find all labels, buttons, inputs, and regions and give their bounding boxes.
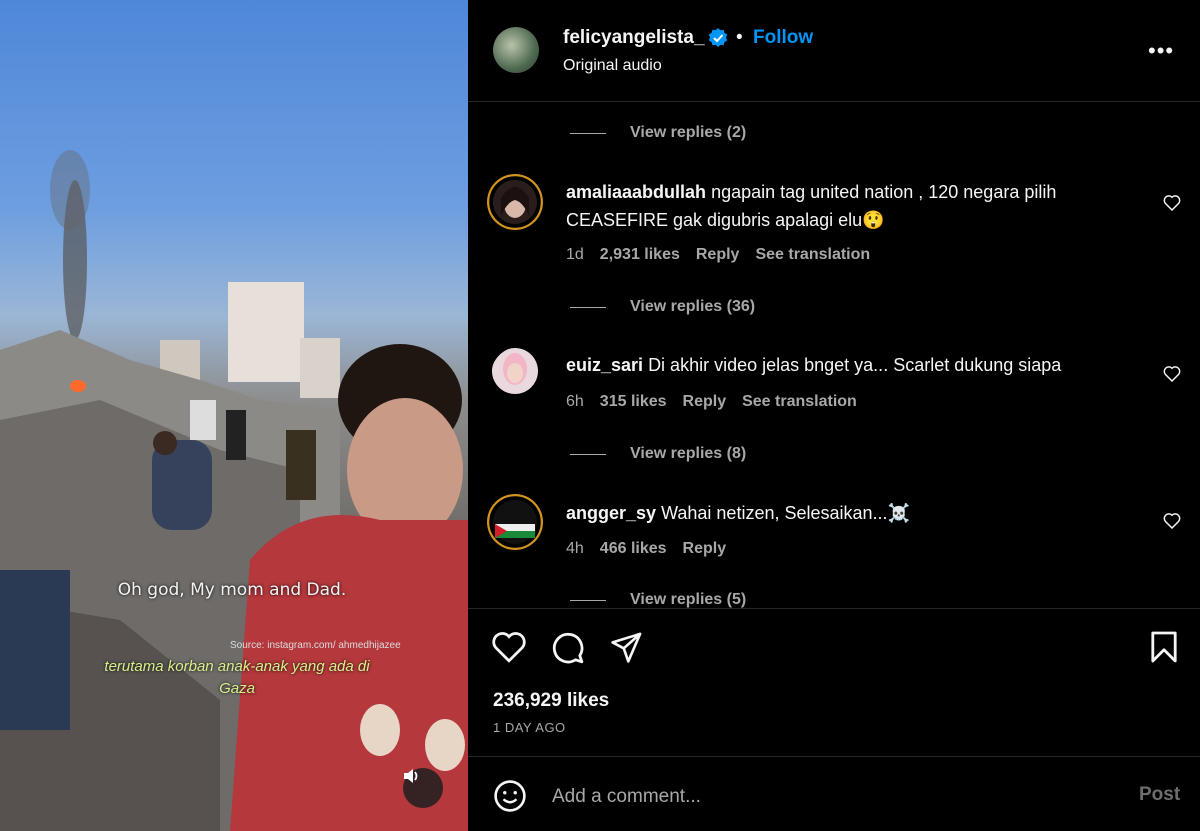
post-header: felicyangelista_ • Follow Original audio… [468, 0, 1200, 102]
view-replies-button[interactable]: View replies (5) [570, 588, 746, 608]
view-replies-line [570, 453, 606, 455]
video-caption-source: Source: instagram.com/ ahmedhijazee [230, 640, 401, 651]
view-replies-label: View replies (8) [630, 445, 747, 462]
comment-time: 4h [566, 540, 584, 557]
comment-meta: 6h 315 likes Reply See translation [566, 393, 873, 411]
follow-button[interactable]: Follow [753, 27, 813, 49]
post-likes-count[interactable]: 236,929 likes [493, 690, 609, 712]
post-date: 1 DAY AGO [493, 720, 566, 735]
comment-meta: 1d 2,931 likes Reply See translation [566, 246, 886, 264]
comment-time: 6h [566, 393, 584, 410]
speaker-icon [404, 769, 418, 783]
comments-list[interactable]: View replies (2) amaliaaabdullah ngapain… [468, 102, 1200, 608]
view-replies-label: View replies (36) [630, 298, 756, 315]
comment-likes[interactable]: 2,931 likes [600, 246, 680, 264]
see-translation-button[interactable]: See translation [755, 246, 870, 264]
header-separator: • [736, 27, 743, 48]
video-caption-main: Oh god, My mom and Dad. [117, 580, 347, 600]
comment-username[interactable]: angger_sy [566, 503, 656, 523]
view-replies-label: View replies (5) [630, 591, 747, 608]
view-replies-line [570, 132, 606, 134]
view-replies-button[interactable]: View replies (2) [570, 121, 746, 145]
share-icon[interactable] [610, 630, 644, 664]
post-comment-button[interactable]: Post [1139, 784, 1180, 806]
comment-text: euiz_sari Di akhir video jelas bnget ya.… [566, 351, 1146, 379]
audio-link[interactable]: Original audio [563, 57, 662, 75]
add-comment-bar: Post [468, 757, 1200, 831]
comment-meta: 4h 466 likes Reply [566, 540, 742, 558]
save-bookmark-icon[interactable] [1150, 630, 1178, 664]
comment-body: Wahai netizen, Selesaikan...☠️ [661, 503, 910, 523]
reply-button[interactable]: Reply [683, 540, 727, 558]
reply-button[interactable]: Reply [683, 393, 727, 411]
emoji-icon[interactable] [493, 779, 527, 813]
view-replies-button[interactable]: View replies (8) [570, 442, 746, 466]
author-avatar[interactable] [493, 27, 539, 73]
comment-icon[interactable] [550, 630, 586, 666]
comment-text: angger_sy Wahai netizen, Selesaikan...☠️ [566, 499, 1146, 527]
divider [468, 608, 1200, 609]
comment-time: 1d [566, 246, 584, 263]
post-actions [468, 630, 1200, 666]
commenter-avatar[interactable] [491, 347, 547, 403]
video-frame [0, 150, 468, 831]
add-comment-input[interactable] [550, 782, 1114, 812]
video-player[interactable]: Oh god, My mom and Dad. Source: instagra… [0, 0, 468, 831]
sound-toggle-button[interactable] [403, 768, 443, 808]
comment-body: Di akhir video jelas bnget ya... Scarlet… [648, 355, 1062, 375]
like-comment-heart-icon[interactable] [1163, 194, 1181, 211]
view-replies-label: View replies (2) [630, 124, 747, 141]
commenter-avatar[interactable] [487, 494, 543, 550]
view-replies-button[interactable]: View replies (36) [570, 295, 755, 319]
comment-username[interactable]: euiz_sari [566, 355, 643, 375]
more-options-icon[interactable]: ••• [1148, 38, 1174, 64]
see-translation-button[interactable]: See translation [742, 393, 857, 411]
reply-button[interactable]: Reply [696, 246, 740, 264]
like-heart-icon[interactable] [491, 630, 527, 664]
author-username[interactable]: felicyangelista_ [563, 27, 705, 49]
comment-likes[interactable]: 466 likes [600, 540, 667, 558]
verified-badge-icon [708, 28, 728, 47]
comment-text: amaliaaabdullah ngapain tag united natio… [566, 178, 1146, 234]
post-panel: felicyangelista_ • Follow Original audio… [468, 0, 1200, 831]
like-comment-heart-icon[interactable] [1163, 365, 1181, 382]
comment-username[interactable]: amaliaaabdullah [566, 182, 706, 202]
comment-likes[interactable]: 315 likes [600, 393, 667, 411]
commenter-avatar[interactable] [487, 174, 543, 230]
view-replies-line [570, 306, 606, 308]
view-replies-line [570, 599, 606, 601]
like-comment-heart-icon[interactable] [1163, 512, 1181, 529]
video-caption-subtitle: terutama korban anak-anak yang ada di Ga… [104, 658, 370, 697]
